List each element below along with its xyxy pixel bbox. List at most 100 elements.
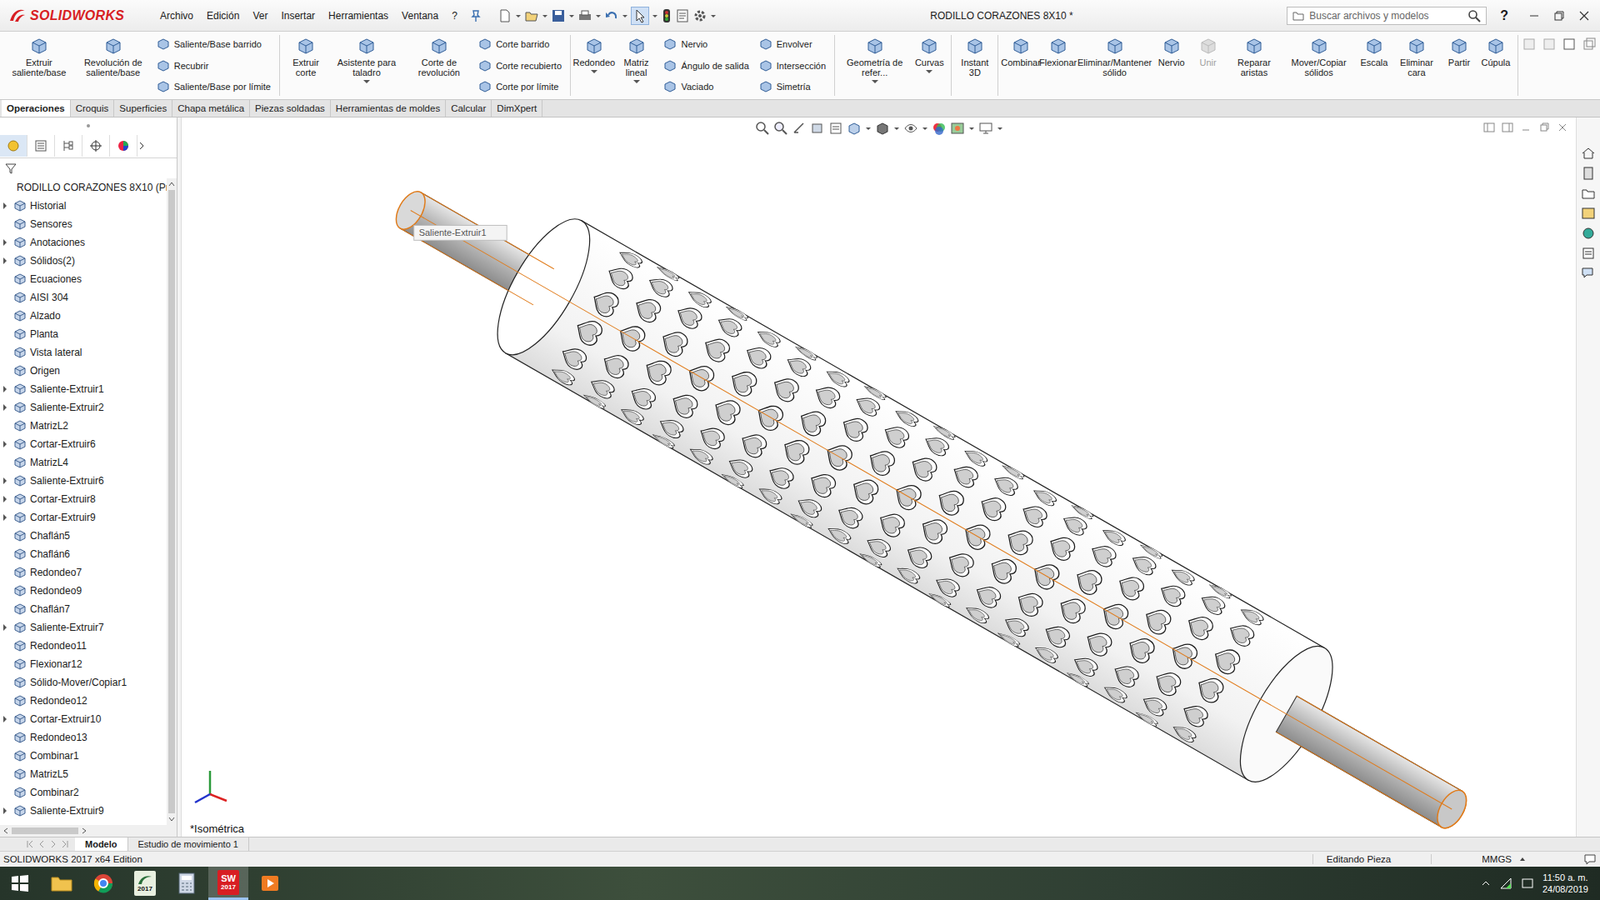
menu-item[interactable]: ? bbox=[445, 10, 465, 22]
section-view-icon[interactable] bbox=[810, 120, 825, 136]
split-view-icon[interactable] bbox=[1482, 120, 1496, 135]
menu-item[interactable]: Herramientas bbox=[321, 10, 395, 22]
tree-item[interactable]: Redondeo9 bbox=[0, 581, 167, 600]
ribbon-button[interactable]: Flexionar bbox=[1040, 33, 1077, 98]
search-box[interactable]: Buscar archivos y modelos bbox=[1286, 6, 1487, 25]
forum-icon[interactable] bbox=[1580, 265, 1596, 281]
model-canvas[interactable]: Saliente-Extruir1*Isométrica bbox=[181, 117, 1576, 837]
scroll-left-icon[interactable] bbox=[1, 826, 10, 835]
tree-item[interactable]: Historial bbox=[0, 196, 167, 215]
dropdown-caret-icon[interactable] bbox=[996, 120, 1004, 136]
app-logo[interactable]: SOLIDWORKS bbox=[3, 8, 149, 24]
ribbon-small-button[interactable]: Corte por límite bbox=[478, 78, 562, 95]
next-tab-icon[interactable] bbox=[48, 839, 59, 850]
panel-tab[interactable] bbox=[110, 135, 138, 157]
tree-item[interactable]: MatrizL4 bbox=[0, 453, 167, 472]
horizontal-scrollbar[interactable] bbox=[0, 825, 177, 837]
print-icon[interactable] bbox=[577, 8, 593, 24]
dropdown-caret-icon[interactable] bbox=[865, 120, 872, 136]
ribbon-button[interactable]: Escala bbox=[1355, 33, 1393, 98]
scroll-thumb[interactable] bbox=[168, 190, 175, 814]
tool-grey-icon[interactable] bbox=[1521, 36, 1537, 52]
tree-item[interactable]: Cortar-Extruir8 bbox=[0, 490, 167, 509]
dropdown-caret-icon[interactable] bbox=[710, 8, 717, 24]
file-properties-icon[interactable] bbox=[675, 8, 690, 24]
action-center-icon[interactable] bbox=[1520, 876, 1535, 890]
help-button[interactable]: ? bbox=[1491, 8, 1517, 24]
design-library-icon[interactable] bbox=[1580, 165, 1596, 181]
close-icon[interactable] bbox=[1571, 7, 1597, 25]
tree-item[interactable]: Saliente-Extruir6 bbox=[0, 471, 167, 490]
minimize-icon[interactable] bbox=[1519, 120, 1533, 135]
tree-item[interactable]: Alzado bbox=[0, 306, 167, 325]
expand-arrow-icon[interactable] bbox=[1, 477, 9, 485]
ribbon-button[interactable]: Cúpula bbox=[1477, 33, 1515, 98]
ribbon-button[interactable]: Partir bbox=[1440, 33, 1478, 98]
dropdown-caret-icon[interactable] bbox=[968, 120, 975, 136]
taskbar-app[interactable]: 2017 bbox=[125, 866, 165, 900]
tray-expand-icon[interactable] bbox=[1480, 878, 1491, 889]
panel-tab[interactable] bbox=[82, 135, 110, 157]
previous-view-icon[interactable] bbox=[791, 120, 807, 136]
ribbon-small-button[interactable]: Envolver bbox=[759, 35, 826, 53]
tree-item[interactable]: Origen bbox=[0, 361, 167, 380]
tree-item[interactable]: AISI 304 bbox=[0, 288, 167, 307]
ribbon-button[interactable]: Revolución de saliente/base bbox=[75, 33, 152, 98]
pin-icon[interactable] bbox=[469, 9, 483, 23]
ribbon-small-button[interactable]: Saliente/Base barrido bbox=[156, 35, 271, 53]
windows-start-icon[interactable] bbox=[0, 873, 40, 894]
command-tab[interactable]: Croquis bbox=[70, 100, 115, 117]
tree-item[interactable]: Cortar-Extruir10 bbox=[0, 710, 167, 729]
quick-tips-icon[interactable] bbox=[1583, 852, 1597, 866]
tree-item[interactable]: Chaflán5 bbox=[0, 526, 167, 545]
ribbon-button[interactable]: Mover/Copiar sólidos bbox=[1281, 33, 1356, 98]
dropdown-caret-icon[interactable] bbox=[633, 79, 640, 85]
dropdown-caret-icon[interactable] bbox=[921, 120, 929, 136]
split-view-icon[interactable] bbox=[1500, 120, 1515, 135]
tree-item[interactable]: MatrizL5 bbox=[0, 765, 167, 784]
ribbon-button[interactable]: Asistente para taladro bbox=[328, 33, 405, 98]
ribbon-button[interactable]: Combinar bbox=[1001, 33, 1040, 98]
ribbon-button[interactable]: Redondeo bbox=[574, 33, 615, 98]
tool-icon[interactable] bbox=[1561, 36, 1577, 52]
expand-arrow-icon[interactable] bbox=[1, 514, 9, 521]
filter-funnel-icon[interactable] bbox=[5, 162, 17, 175]
minimize-icon[interactable] bbox=[1521, 7, 1547, 25]
scroll-right-icon[interactable] bbox=[80, 826, 89, 835]
tree-item[interactable]: Saliente-Extruir1 bbox=[0, 380, 167, 399]
ribbon-button[interactable]: Extruir saliente/base bbox=[3, 33, 75, 98]
command-tab[interactable]: Calcular bbox=[445, 100, 492, 117]
ribbon-small-button[interactable]: Vaciado bbox=[663, 78, 749, 95]
ribbon-small-button[interactable]: Ángulo de salida bbox=[663, 57, 749, 75]
tree-item[interactable]: Saliente-Extruir9 bbox=[0, 801, 167, 820]
dropdown-caret-icon[interactable] bbox=[541, 8, 549, 24]
ribbon-button[interactable]: Geometría de refer... bbox=[838, 33, 911, 98]
custom-properties-icon[interactable] bbox=[1580, 245, 1596, 261]
command-tab[interactable]: Superficies bbox=[114, 100, 173, 117]
ribbon-small-button[interactable]: Corte recubierto bbox=[478, 57, 562, 75]
window-tile-icon[interactable] bbox=[1581, 36, 1597, 52]
menu-item[interactable]: Insertar bbox=[274, 10, 322, 22]
shaft-end[interactable] bbox=[1431, 785, 1473, 833]
taskbar-app[interactable] bbox=[83, 866, 124, 900]
save-icon[interactable] bbox=[550, 8, 566, 24]
appearances-icon[interactable] bbox=[1580, 225, 1596, 241]
expand-arrow-icon[interactable] bbox=[1, 257, 9, 265]
tree-item[interactable]: Anotaciones bbox=[0, 233, 167, 252]
dynamic-annotation-icon[interactable] bbox=[828, 120, 844, 136]
ribbon-button[interactable]: Extruir corte bbox=[283, 33, 329, 98]
first-tab-icon[interactable] bbox=[25, 839, 35, 850]
dropdown-caret-icon[interactable] bbox=[595, 8, 602, 24]
model-tab[interactable]: Modelo bbox=[75, 837, 129, 851]
tree-item[interactable]: Cortar-Extruir6 bbox=[0, 435, 167, 454]
magnifier-icon[interactable] bbox=[1467, 9, 1481, 23]
scroll-thumb[interactable] bbox=[11, 827, 79, 835]
scroll-up-icon[interactable] bbox=[167, 180, 176, 189]
taskbar-app[interactable] bbox=[41, 866, 82, 900]
dropdown-caret-icon[interactable] bbox=[621, 8, 629, 24]
command-tab[interactable]: Chapa metálica bbox=[172, 100, 250, 117]
restore-icon[interactable] bbox=[1546, 7, 1572, 25]
dropdown-caret-icon[interactable] bbox=[893, 120, 900, 136]
view-palette-icon[interactable] bbox=[1580, 205, 1596, 221]
tree-item[interactable]: Redondeo11 bbox=[0, 636, 167, 655]
